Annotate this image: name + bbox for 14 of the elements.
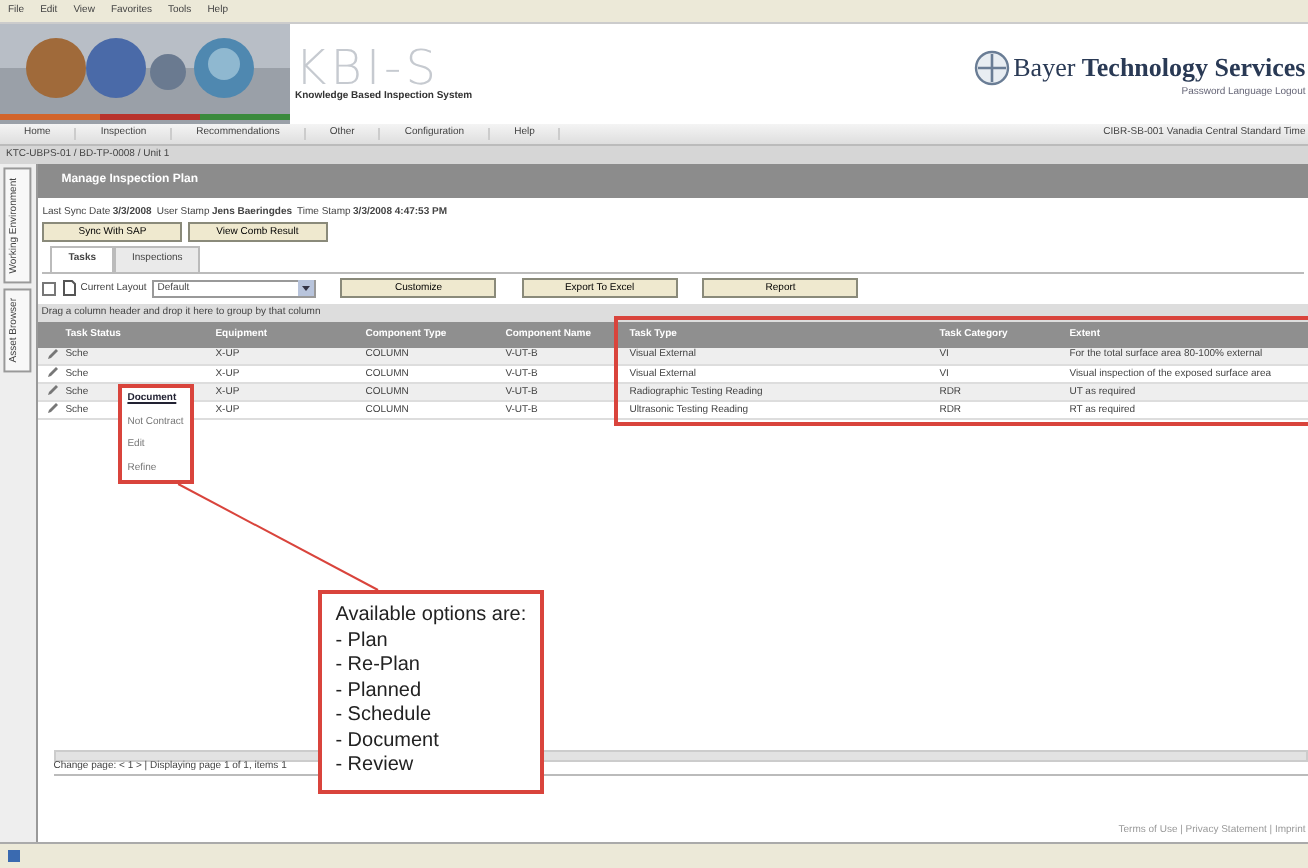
company-name: Bayer Technology Services: [1013, 54, 1306, 81]
dropdown-arrow-icon[interactable]: [297, 280, 314, 297]
app-logo: KBI-S: [295, 44, 440, 93]
callout-option: - Review: [335, 754, 527, 779]
callout-option: - Planned: [335, 679, 527, 704]
callout-title: Available options are:: [335, 604, 527, 629]
callout-option: - Plan: [335, 629, 527, 654]
callout-option: - Schedule: [335, 704, 527, 729]
cross-logo-icon: [974, 49, 1011, 86]
callout-option: - Document: [335, 729, 527, 754]
checkbox-icon[interactable]: [42, 281, 57, 296]
page-icon: [6, 848, 22, 864]
document-icon[interactable]: [61, 280, 76, 297]
callout-option: - Re-Plan: [335, 654, 527, 679]
